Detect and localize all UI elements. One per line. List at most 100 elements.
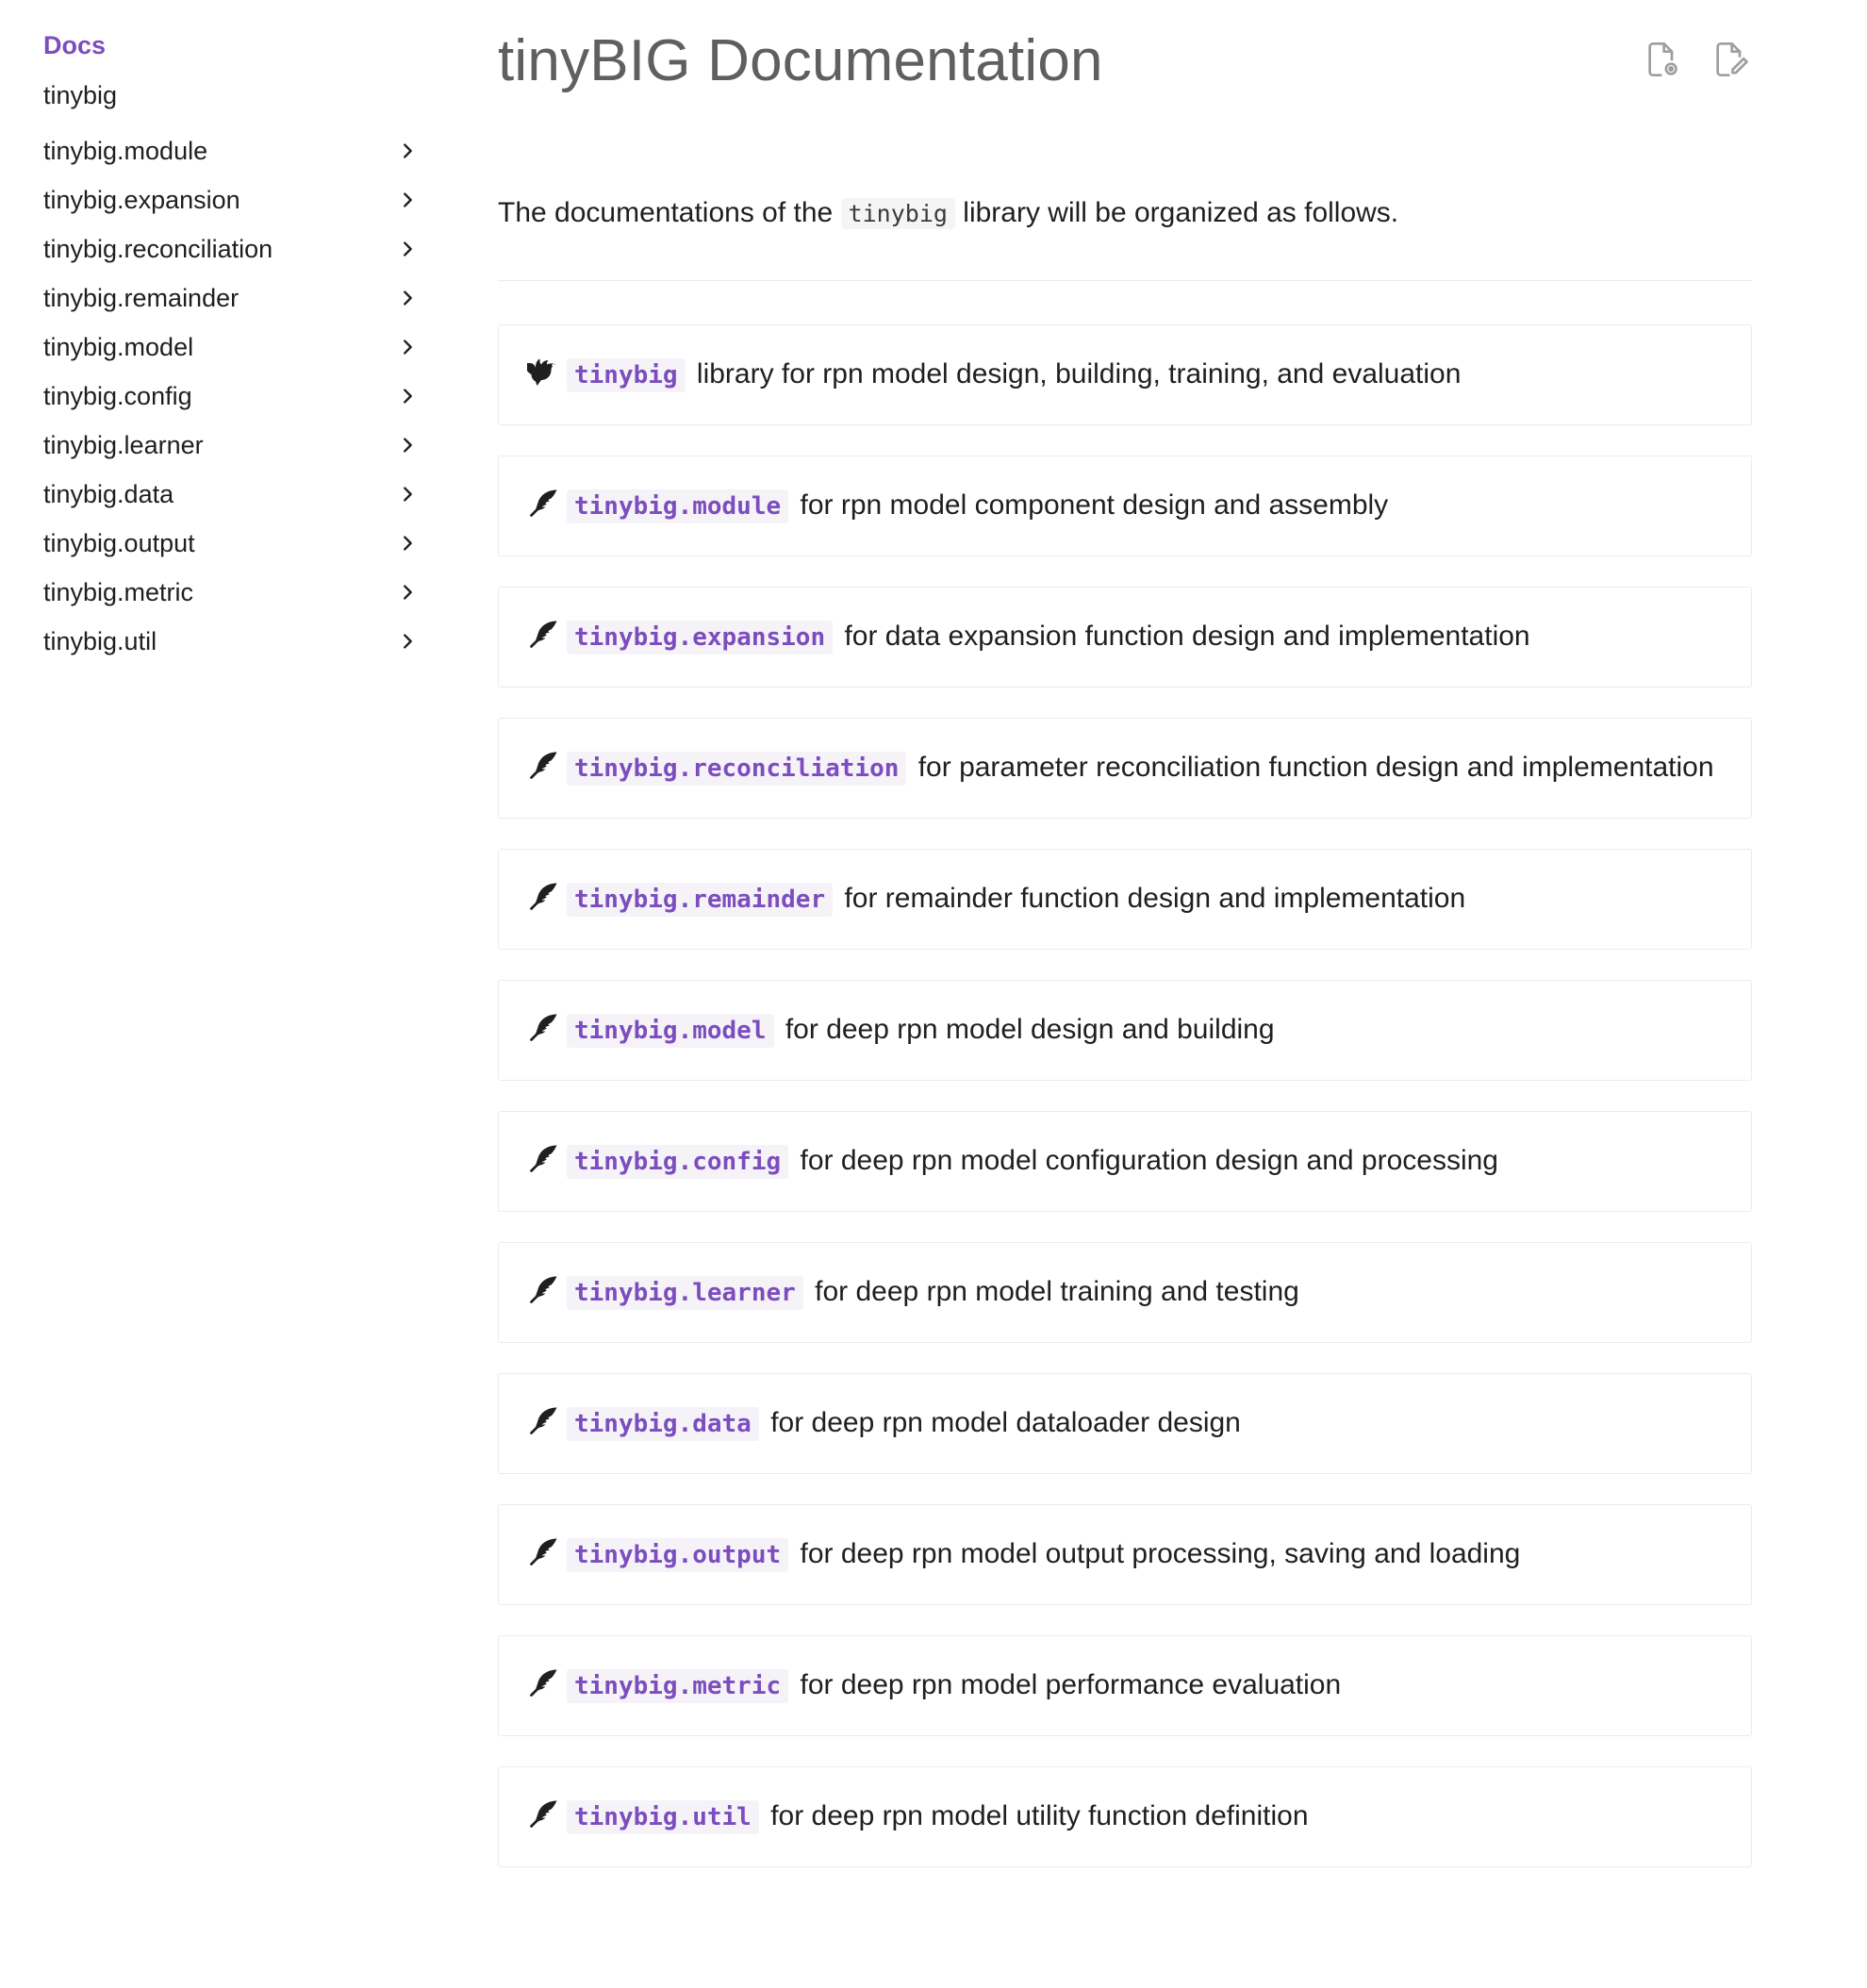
module-card: tinybig.reconciliation for parameter rec… xyxy=(498,718,1752,819)
module-description: for parameter reconciliation function de… xyxy=(917,752,1714,783)
module-name-link[interactable]: tinybig.model xyxy=(567,1014,774,1048)
sidebar: Docs tinybig tinybig.module tinybig.expans… xyxy=(43,28,430,666)
module-name-link[interactable]: tinybig.config xyxy=(567,1145,789,1179)
sidebar-item-tinybig-data[interactable]: tinybig.data xyxy=(43,470,430,519)
module-card: tinybig.remainder for remainder function… xyxy=(498,849,1752,950)
module-card-list: tinybig library for rpn model design, bu… xyxy=(498,324,1752,1867)
module-name-link[interactable]: tinybig.output xyxy=(567,1538,789,1572)
module-description: for deep rpn model configuration design … xyxy=(800,1145,1498,1176)
edit-page-icon xyxy=(1716,42,1748,76)
intro-paragraph: The documentations of the tinybig librar… xyxy=(498,194,1752,233)
module-name-link[interactable]: tinybig.module xyxy=(567,489,789,523)
module-description: for deep rpn model output processing, sa… xyxy=(800,1538,1521,1569)
module-description: for rpn model component design and assem… xyxy=(800,489,1389,521)
feather-icon xyxy=(527,1141,561,1175)
sidebar-item-label: tinybig.metric xyxy=(43,578,194,606)
sidebar-item-label: tinybig.model xyxy=(43,333,194,361)
module-description: for deep rpn model performance evaluatio… xyxy=(800,1669,1342,1700)
sidebar-item-tinybig-output[interactable]: tinybig.output xyxy=(43,519,430,568)
edit-page-button[interactable] xyxy=(1709,38,1752,81)
sidebar-item-label: tinybig.expansion xyxy=(43,186,240,214)
module-name-link[interactable]: tinybig.data xyxy=(567,1407,759,1441)
module-description: for data expansion function design and i… xyxy=(844,621,1530,652)
module-name-link[interactable]: tinybig.metric xyxy=(567,1669,789,1703)
page-actions xyxy=(1641,38,1752,81)
module-name-link[interactable]: tinybig.expansion xyxy=(567,621,834,654)
module-description: for deep rpn model training and testing xyxy=(815,1276,1299,1307)
module-card: tinybig.learner for deep rpn model train… xyxy=(498,1242,1752,1343)
module-name-link[interactable]: tinybig.util xyxy=(567,1800,759,1834)
page-title: tinyBIG Documentation xyxy=(498,28,1103,93)
sidebar-item-tinybig-model[interactable]: tinybig.model xyxy=(43,323,430,372)
feather-icon xyxy=(527,1010,561,1044)
chevron-right-icon[interactable] xyxy=(394,138,421,164)
intro-text-before: The documentations of the xyxy=(498,197,834,228)
main-content: tinyBIG Documentation The documentations… xyxy=(498,26,1752,1897)
sidebar-item-tinybig-expansion[interactable]: tinybig.expansion xyxy=(43,175,430,224)
sidebar-item-label: tinybig xyxy=(43,81,118,109)
module-card: tinybig.util for deep rpn model utility … xyxy=(498,1766,1752,1867)
feather-icon xyxy=(527,1272,561,1306)
feather-icon xyxy=(527,1665,561,1699)
chevron-right-icon[interactable] xyxy=(394,334,421,360)
chevron-right-icon[interactable] xyxy=(394,579,421,605)
chevron-right-icon[interactable] xyxy=(394,236,421,262)
feather-icon xyxy=(527,617,561,651)
sidebar-item-label: tinybig.output xyxy=(43,529,195,557)
module-card: tinybig.expansion for data expansion fun… xyxy=(498,587,1752,688)
sidebar-item-tinybig-learner[interactable]: tinybig.learner xyxy=(43,421,430,470)
module-card: tinybig.model for deep rpn model design … xyxy=(498,980,1752,1081)
module-name-link[interactable]: tinybig.remainder xyxy=(567,883,834,917)
sidebar-item-label: tinybig.reconciliation xyxy=(43,235,273,263)
module-description: library for rpn model design, building, … xyxy=(696,358,1462,389)
sidebar-item-label: tinybig.remainder xyxy=(43,284,240,312)
view-source-button[interactable] xyxy=(1641,38,1684,81)
sidebar-nav: tinybig tinybig.module tinybig.expansion ti… xyxy=(43,77,430,666)
feather-icon xyxy=(527,486,561,520)
feather-icon xyxy=(527,1534,561,1568)
module-description: for deep rpn model design and building xyxy=(785,1014,1275,1045)
docs-page: Docs tinybig tinybig.module tinybig.expans… xyxy=(0,0,1867,1988)
module-name-link[interactable]: tinybig.reconciliation xyxy=(567,752,907,786)
sidebar-item-label: tinybig.learner xyxy=(43,431,204,459)
sidebar-item-tinybig-util[interactable]: tinybig.util xyxy=(43,617,430,666)
module-card: tinybig.config for deep rpn model config… xyxy=(498,1111,1752,1212)
title-row: tinyBIG Documentation xyxy=(498,26,1752,96)
feather-icon xyxy=(527,1403,561,1437)
bird-icon xyxy=(522,355,561,389)
module-card: tinybig.data for deep rpn model dataload… xyxy=(498,1373,1752,1474)
module-name-link[interactable]: tinybig.learner xyxy=(567,1276,803,1310)
module-name-link[interactable]: tinybig xyxy=(567,358,686,392)
sidebar-item-tinybig-config[interactable]: tinybig.config xyxy=(43,372,430,421)
feather-icon xyxy=(527,748,561,782)
chevron-right-icon[interactable] xyxy=(394,481,421,507)
sidebar-heading[interactable]: Docs xyxy=(43,28,430,62)
sidebar-item-tinybig-metric[interactable]: tinybig.metric xyxy=(43,568,430,617)
feather-icon xyxy=(527,879,561,913)
chevron-right-icon[interactable] xyxy=(394,432,421,458)
chevron-right-icon[interactable] xyxy=(394,628,421,654)
intro-inline-code: tinybig xyxy=(840,198,955,229)
module-description: for deep rpn model dataloader design xyxy=(770,1407,1241,1438)
chevron-right-icon[interactable] xyxy=(394,285,421,311)
sidebar-item-tinybig-remainder[interactable]: tinybig.remainder xyxy=(43,273,430,323)
sidebar-item-tinybig-reconciliation[interactable]: tinybig.reconciliation xyxy=(43,224,430,273)
module-card: tinybig library for rpn model design, bu… xyxy=(498,324,1752,425)
module-card: tinybig.output for deep rpn model output… xyxy=(498,1504,1752,1605)
module-description: for deep rpn model utility function defi… xyxy=(770,1800,1309,1831)
module-card: tinybig.module for rpn model component d… xyxy=(498,456,1752,556)
divider xyxy=(498,280,1752,281)
view-source-icon xyxy=(1648,42,1677,76)
sidebar-item-tinybig-module[interactable]: tinybig.module xyxy=(43,126,430,175)
chevron-right-icon[interactable] xyxy=(394,383,421,409)
chevron-right-icon[interactable] xyxy=(394,187,421,213)
chevron-right-icon[interactable] xyxy=(394,530,421,556)
sidebar-item-tinybig[interactable]: tinybig xyxy=(43,77,430,113)
sidebar-item-label: tinybig.config xyxy=(43,382,192,410)
module-card: tinybig.metric for deep rpn model perfor… xyxy=(498,1635,1752,1736)
module-description: for remainder function design and implem… xyxy=(844,883,1466,914)
sidebar-item-label: tinybig.util xyxy=(43,627,157,655)
sidebar-item-label: tinybig.data xyxy=(43,480,174,508)
sidebar-item-label: tinybig.module xyxy=(43,137,208,165)
feather-icon xyxy=(527,1797,561,1831)
